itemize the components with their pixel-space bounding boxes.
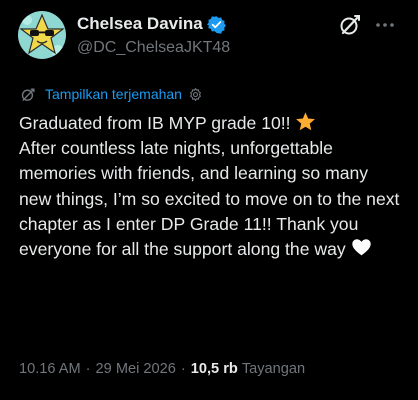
grok-button[interactable] bbox=[338, 13, 362, 37]
post-text: Graduated from IB MYP grade 10!! After c… bbox=[19, 111, 403, 262]
views-count[interactable]: 10,5 rb bbox=[191, 361, 238, 377]
post-date[interactable]: 29 Mei 2026 bbox=[96, 361, 176, 377]
show-translation-row[interactable]: Tampilkan terjemahan bbox=[20, 84, 203, 104]
author-display-name[interactable]: Chelsea Davina bbox=[77, 14, 203, 34]
meta-separator: · bbox=[180, 361, 186, 377]
show-translation-link[interactable]: Tampilkan terjemahan bbox=[45, 86, 182, 102]
post-time[interactable]: 10.16 AM bbox=[19, 361, 81, 377]
avatar[interactable] bbox=[18, 11, 66, 59]
post-detail: Chelsea Davina @DC_ChelseaJKT48 Tampilka… bbox=[0, 0, 418, 400]
post-text-line-1: Graduated from IB MYP grade 10!! bbox=[19, 113, 296, 133]
more-options-button[interactable] bbox=[374, 15, 396, 35]
meta-separator: · bbox=[85, 361, 91, 377]
star-sunglasses-avatar-icon bbox=[18, 11, 66, 59]
more-dots-icon bbox=[376, 23, 394, 27]
gear-icon[interactable] bbox=[188, 87, 203, 102]
star-emoji-icon bbox=[295, 111, 316, 132]
white-heart-emoji-icon bbox=[351, 237, 372, 258]
author-name-row[interactable]: Chelsea Davina bbox=[77, 13, 226, 35]
author-handle[interactable]: @DC_ChelseaJKT48 bbox=[77, 39, 230, 57]
grok-icon bbox=[340, 15, 360, 35]
views-label: Tayangan bbox=[241, 361, 306, 377]
translate-icon bbox=[20, 86, 37, 103]
post-meta: 10.16 AM · 29 Mei 2026 · 10,5 rb Tayanga… bbox=[19, 361, 305, 377]
post-text-body: After countless late nights, unforgettab… bbox=[19, 138, 400, 260]
verified-badge-icon[interactable] bbox=[206, 15, 226, 34]
